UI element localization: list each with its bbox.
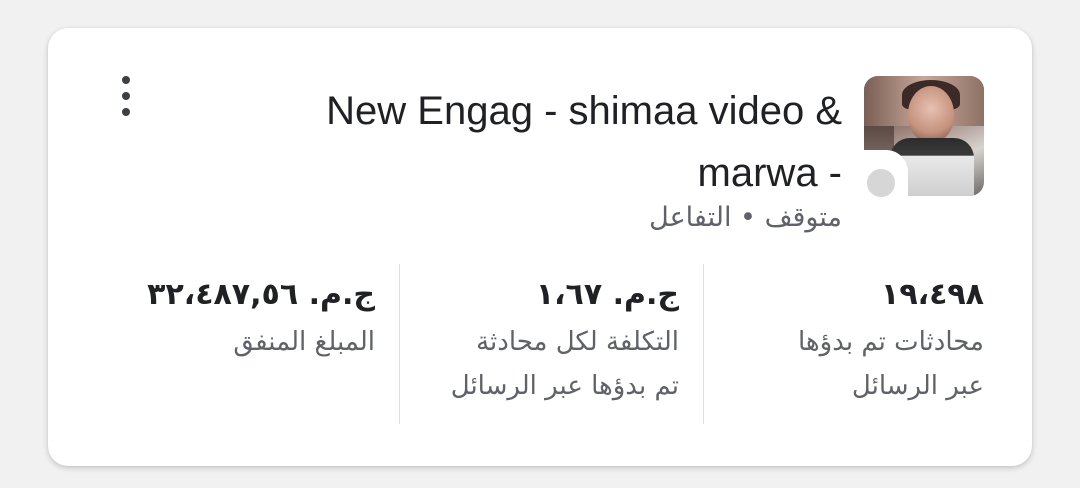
more-options-icon[interactable] (112, 76, 140, 116)
status-dot-icon (864, 166, 898, 200)
metric-conversations: ١٩،٤٩٨ محادثات تم بدؤها عبر الرسائل (704, 264, 984, 424)
metric-label: تم بدؤها عبر الرسائل (450, 371, 679, 401)
metric-value: ١٩،٤٩٨ (881, 277, 984, 312)
metric-value: ج.م. ١،٦٧ (535, 277, 679, 312)
metric-label: التكلفة لكل محادثة (476, 327, 679, 357)
campaign-objective: التفاعل (649, 202, 732, 233)
separator-dot: • (740, 202, 756, 233)
metric-cost-per-conversation: ج.م. ١،٦٧ التكلفة لكل محادثة تم بدؤها عب… (400, 264, 704, 424)
campaign-title[interactable]: New Engag - shimaa video & marwa - (242, 80, 842, 204)
metric-label: المبلغ المنفق (233, 327, 375, 357)
metric-amount-spent: ج.م. ٣٢،٤٨٧,٥٦ المبلغ المنفق (96, 264, 400, 424)
metrics-row: ١٩،٤٩٨ محادثات تم بدؤها عبر الرسائل ج.م.… (96, 264, 984, 424)
campaign-title-line2: marwa - (697, 151, 842, 195)
campaign-card[interactable]: New Engag - shimaa video & marwa - متوقف… (48, 28, 1032, 466)
campaign-status-row: متوقف • التفاعل (442, 196, 842, 240)
campaign-status: متوقف (764, 202, 842, 233)
campaign-title-line1: New Engag - shimaa video & (326, 89, 842, 133)
metric-value: ج.م. ٣٢،٤٨٧,٥٦ (147, 277, 375, 312)
metric-label: محادثات تم بدؤها (798, 327, 984, 357)
metric-label: عبر الرسائل (851, 371, 984, 401)
